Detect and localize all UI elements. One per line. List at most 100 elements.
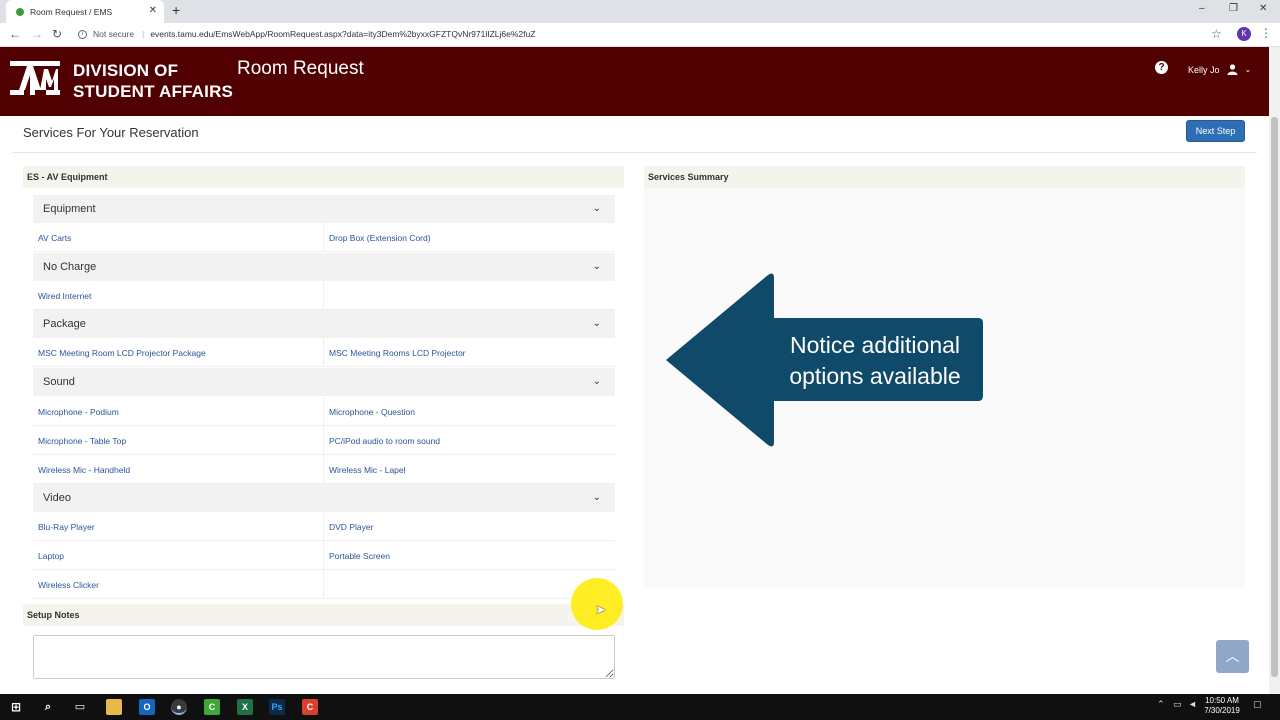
user-menu[interactable]: Kelly Jo ⌄ — [1188, 64, 1251, 75]
divider — [323, 512, 324, 540]
task-view-icon[interactable]: ▭ — [72, 699, 88, 715]
info-icon[interactable]: i — [78, 29, 87, 39]
category-header-equipment[interactable]: Equipment ⌄ — [33, 195, 615, 223]
back-to-top-button[interactable]: ︿ — [1216, 640, 1249, 673]
minimize-window-button[interactable]: – — [1199, 3, 1205, 14]
browser-tab[interactable]: Room Request / EMS ✕ — [6, 0, 164, 23]
main-content: Services For Your Reservation Next Step … — [0, 116, 1269, 694]
forward-arrow-icon[interactable]: → — [31, 27, 43, 41]
category-label: Sound — [43, 376, 75, 388]
services-summary-header: Services Summary — [644, 166, 1245, 188]
divider — [323, 570, 324, 598]
service-row: Laptop Portable Screen — [33, 541, 615, 570]
next-step-button[interactable]: Next Step — [1186, 120, 1245, 142]
not-secure-label: Not secure — [93, 29, 135, 39]
divider — [323, 281, 324, 309]
category-label: No Charge — [43, 261, 97, 273]
mouse-pointer-icon: ➤ — [595, 602, 606, 617]
close-window-button[interactable]: ✕ — [1259, 3, 1267, 14]
chevron-down-icon: ⌄ — [592, 376, 601, 387]
scrollbar-thumb[interactable] — [1271, 117, 1278, 677]
service-item[interactable]: Wireless Clicker — [38, 580, 99, 590]
service-row: Blu-Ray Player DVD Player — [33, 512, 615, 541]
category-header-video[interactable]: Video ⌄ — [33, 484, 615, 512]
file-explorer-icon[interactable] — [106, 699, 122, 715]
service-item[interactable]: DVD Player — [329, 522, 373, 532]
divider — [323, 455, 324, 483]
user-name: Kelly Jo — [1188, 64, 1220, 75]
service-item[interactable]: Wired Internet — [38, 291, 91, 301]
service-item[interactable]: Wireless Mic - Handheld — [38, 465, 130, 475]
back-arrow-icon[interactable]: ← — [9, 27, 21, 41]
chrome-icon[interactable]: ● — [171, 699, 187, 715]
atm-logo-icon — [10, 61, 60, 95]
chevron-down-icon: ⌄ — [592, 318, 601, 329]
service-item[interactable]: Drop Box (Extension Cord) — [329, 233, 431, 243]
tab-title: Room Request / EMS — [30, 6, 113, 17]
app-title: Room Request — [237, 58, 364, 79]
callout-line-1: Notice additional — [789, 332, 961, 358]
service-item[interactable]: AV Carts — [38, 233, 71, 243]
volume-icon[interactable]: ◄ — [1188, 699, 1197, 709]
photoshop-icon[interactable]: Ps — [269, 699, 285, 715]
page-scrollbar[interactable] — [1269, 47, 1280, 694]
close-tab-icon[interactable]: ✕ — [149, 5, 157, 16]
category-label: Equipment — [43, 203, 96, 215]
service-item[interactable]: MSC Meeting Rooms LCD Projector — [329, 348, 466, 358]
service-row: MSC Meeting Room LCD Projector Package M… — [33, 338, 615, 367]
search-icon[interactable]: ⌕ — [40, 699, 56, 715]
service-item[interactable]: Microphone - Question — [329, 407, 415, 417]
reload-icon[interactable]: ↻ — [52, 27, 62, 41]
browser-menu-icon[interactable]: ⋮ — [1260, 26, 1272, 40]
services-panel-header: ES - AV Equipment — [23, 166, 624, 188]
browser-tabstrip: Room Request / EMS ✕ + – ❐ ✕ — [0, 0, 1280, 23]
category-header-package[interactable]: Package ⌄ — [33, 310, 615, 338]
windows-start-icon[interactable]: ⊞ — [8, 699, 24, 715]
division-name[interactable]: DIVISION OF STUDENT AFFAIRS — [73, 60, 233, 102]
callout-text: Notice additional options available — [774, 330, 976, 392]
url-text: events.tamu.edu/EmsWebApp/RoomRequest.as… — [150, 29, 536, 39]
camtasia-icon[interactable]: C — [204, 699, 220, 715]
service-item[interactable]: MSC Meeting Room LCD Projector Package — [38, 348, 206, 358]
setup-notes-textarea[interactable] — [33, 635, 615, 679]
division-line-2: STUDENT AFFAIRS — [73, 82, 234, 101]
divider — [323, 541, 324, 569]
setup-notes-header: Setup Notes — [23, 604, 624, 626]
divider — [12, 152, 1257, 153]
new-tab-button[interactable]: + — [172, 2, 180, 18]
tray-chevron-up-icon[interactable]: ⌃ — [1157, 699, 1165, 710]
category-header-no-charge[interactable]: No Charge ⌄ — [33, 253, 615, 281]
user-icon — [1227, 64, 1238, 75]
divider — [323, 397, 324, 425]
service-item[interactable]: Laptop — [38, 551, 64, 561]
bookmark-star-icon[interactable]: ☆ — [1211, 27, 1222, 41]
service-item[interactable]: Microphone - Podium — [38, 407, 119, 417]
service-item[interactable]: Wireless Mic - Lapel — [329, 465, 406, 475]
callout-line-2: options available — [789, 363, 961, 389]
help-icon[interactable]: ? — [1155, 61, 1168, 74]
recorder-icon[interactable]: C — [302, 699, 318, 715]
service-item[interactable]: Microphone - Table Top — [38, 436, 126, 446]
category-header-sound[interactable]: Sound ⌄ — [33, 368, 615, 396]
notifications-icon[interactable]: ▢ — [1253, 699, 1262, 710]
service-row: Wireless Mic - Handheld Wireless Mic - L… — [33, 455, 615, 484]
service-item[interactable]: Blu-Ray Player — [38, 522, 95, 532]
chevron-down-icon: ⌄ — [592, 203, 601, 214]
service-item[interactable]: PC/iPod audio to room sound — [329, 436, 440, 446]
service-row: Microphone - Table Top PC/iPod audio to … — [33, 426, 615, 455]
url-field[interactable]: i Not secure | events.tamu.edu/EmsWebApp… — [78, 29, 535, 39]
service-row: Microphone - Podium Microphone - Questio… — [33, 397, 615, 426]
service-item[interactable]: Portable Screen — [329, 551, 390, 561]
excel-icon[interactable]: X — [237, 699, 253, 715]
profile-avatar[interactable]: K — [1237, 27, 1251, 41]
chevron-down-icon: ⌄ — [592, 492, 601, 503]
outlook-icon[interactable]: O — [139, 699, 155, 715]
maximize-window-button[interactable]: ❐ — [1229, 3, 1238, 14]
service-row: Wireless Clicker — [33, 570, 615, 599]
chevron-down-icon: ⌄ — [1244, 65, 1252, 74]
network-icon[interactable]: ▭ — [1173, 699, 1182, 710]
site-favicon-icon — [16, 7, 24, 16]
taskbar-clock[interactable]: 10:50 AM 7/30/2019 — [1200, 696, 1244, 716]
category-label: Package — [43, 318, 86, 330]
divider — [323, 223, 324, 251]
